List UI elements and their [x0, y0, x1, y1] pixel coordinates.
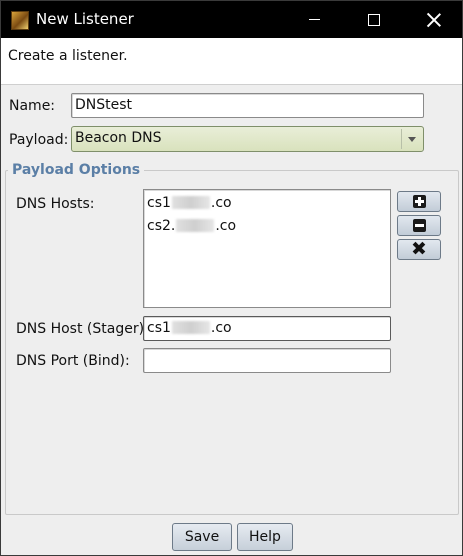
- list-item[interactable]: cs1 .co: [147, 195, 232, 211]
- app-icon: [11, 11, 29, 30]
- payload-selected-value: Beacon DNS: [75, 130, 162, 146]
- redacted-text: [176, 219, 215, 232]
- dns-port-label: DNS Port (Bind):: [16, 353, 130, 369]
- list-item[interactable]: cs2. .co: [147, 218, 236, 234]
- new-listener-dialog: New Listener Create a listener. Name: DN…: [0, 0, 463, 556]
- add-host-button[interactable]: [397, 191, 441, 212]
- name-input[interactable]: DNStest: [71, 93, 424, 118]
- host-suffix: .co: [210, 195, 232, 211]
- dns-hosts-label: DNS Hosts:: [16, 196, 95, 212]
- description-text: Create a listener.: [8, 48, 128, 64]
- close-button[interactable]: [411, 1, 457, 38]
- help-button[interactable]: Help: [237, 523, 293, 551]
- dns-hosts-list[interactable]: cs1 .co cs2. .co: [143, 189, 391, 308]
- stager-suffix: .co: [210, 320, 232, 336]
- host-prefix: cs2.: [147, 218, 176, 234]
- stager-prefix: cs1: [147, 320, 171, 336]
- host-prefix: cs1: [147, 195, 171, 211]
- remove-host-button[interactable]: [397, 215, 441, 236]
- name-label: Name:: [9, 98, 56, 114]
- add-icon: [412, 195, 426, 208]
- dns-host-stager-input[interactable]: cs1 .co: [143, 316, 391, 341]
- window-title: New Listener: [36, 10, 134, 28]
- dns-host-stager-label: DNS Host (Stager):: [16, 321, 149, 337]
- payload-select[interactable]: Beacon DNS: [71, 126, 424, 152]
- payload-label: Payload:: [9, 132, 69, 148]
- close-icon: [427, 13, 441, 27]
- minimize-icon: [308, 19, 320, 20]
- clear-hosts-button[interactable]: ✖: [397, 239, 441, 260]
- maximize-button[interactable]: [351, 1, 397, 38]
- redacted-text: [171, 196, 210, 209]
- save-button[interactable]: Save: [172, 523, 232, 551]
- clear-icon: ✖: [411, 238, 427, 260]
- payload-options-title: Payload Options: [8, 162, 145, 178]
- host-suffix: .co: [215, 218, 237, 234]
- description-banner: Create a listener.: [1, 38, 462, 85]
- redacted-text: [171, 321, 210, 334]
- remove-icon: [412, 219, 426, 232]
- minimize-button[interactable]: [291, 1, 337, 38]
- dropdown-arrow-icon[interactable]: [401, 129, 421, 149]
- dns-port-input[interactable]: [143, 348, 391, 373]
- title-bar: New Listener: [1, 1, 462, 38]
- maximize-icon: [368, 13, 380, 26]
